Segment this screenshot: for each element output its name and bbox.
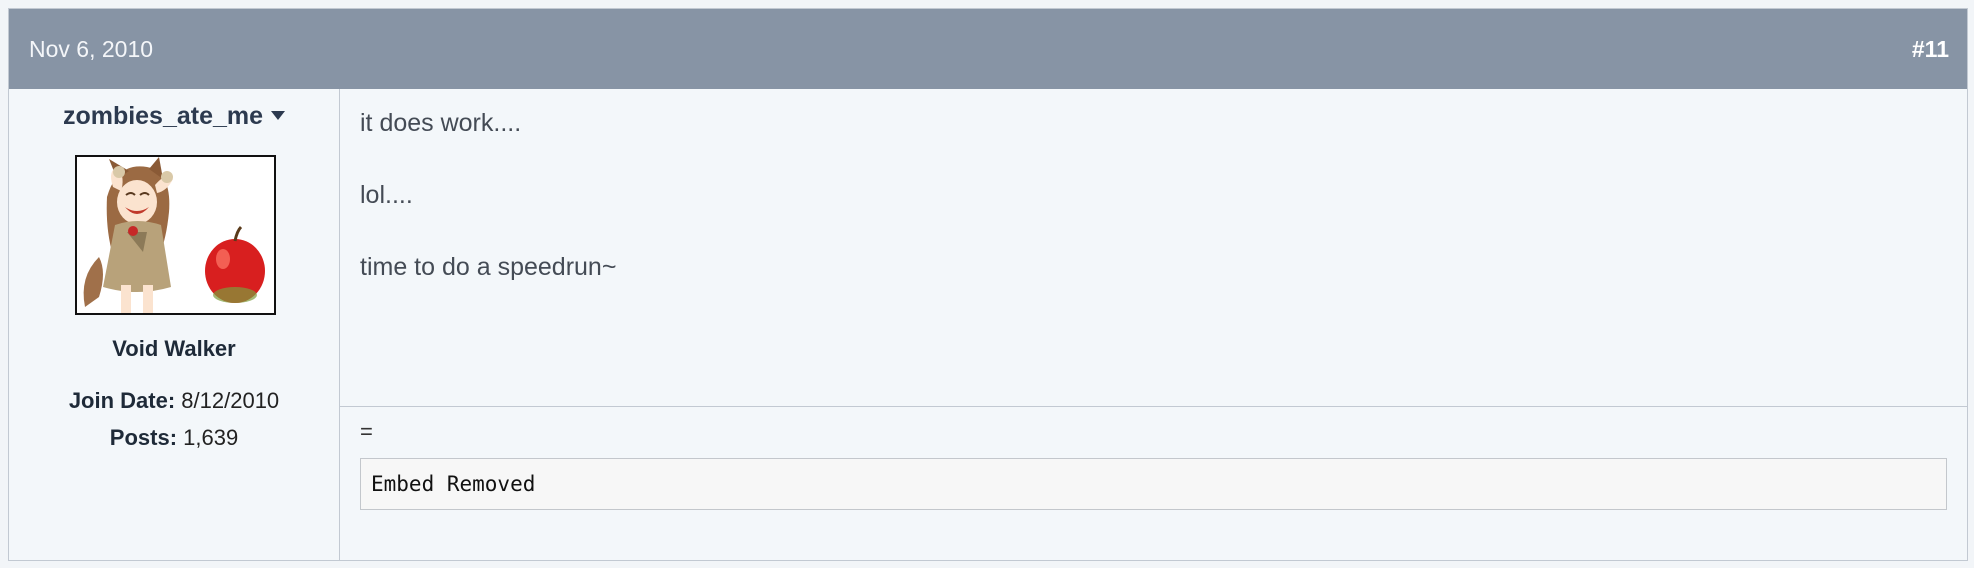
message-line: it does work.... [360,109,522,137]
post-count: Posts: 1,639 [9,425,339,451]
user-info-panel: zombies_ate_me Void Walker Join Date: 8/… [9,89,340,560]
post-message: it does work.... lol.... time to do a sp… [340,89,1967,407]
join-date-value: 8/12/2010 [181,388,280,413]
user-title: Void Walker [112,336,236,361]
message-line: time to do a speedrun~ [360,253,617,281]
message-line: lol.... [360,181,413,209]
embed-removed-box: Embed Removed [360,458,1947,510]
signature: = Embed Removed [340,407,1967,510]
signature-symbol: = [360,419,373,444]
post-number-link[interactable]: #11 [1912,36,1949,63]
username-menu-button[interactable]: zombies_ate_me [62,102,286,131]
post-content: it does work.... lol.... time to do a sp… [340,89,1967,560]
posts-value: 1,639 [183,425,239,450]
avatar-image [77,157,274,313]
join-date-label: Join Date: [68,388,176,413]
join-date: Join Date: 8/12/2010 [9,388,339,414]
caret-down-icon [271,111,286,120]
post-header: Nov 6, 2010 #11 [9,9,1967,89]
posts-label: Posts: [109,425,178,450]
username: zombies_ate_me [62,102,264,130]
post-date: Nov 6, 2010 [29,36,154,62]
avatar[interactable] [75,155,276,315]
post-body: zombies_ate_me Void Walker Join Date: 8/… [9,89,1967,560]
forum-post: Nov 6, 2010 #11 zombies_ate_me Void Walk… [8,8,1968,561]
